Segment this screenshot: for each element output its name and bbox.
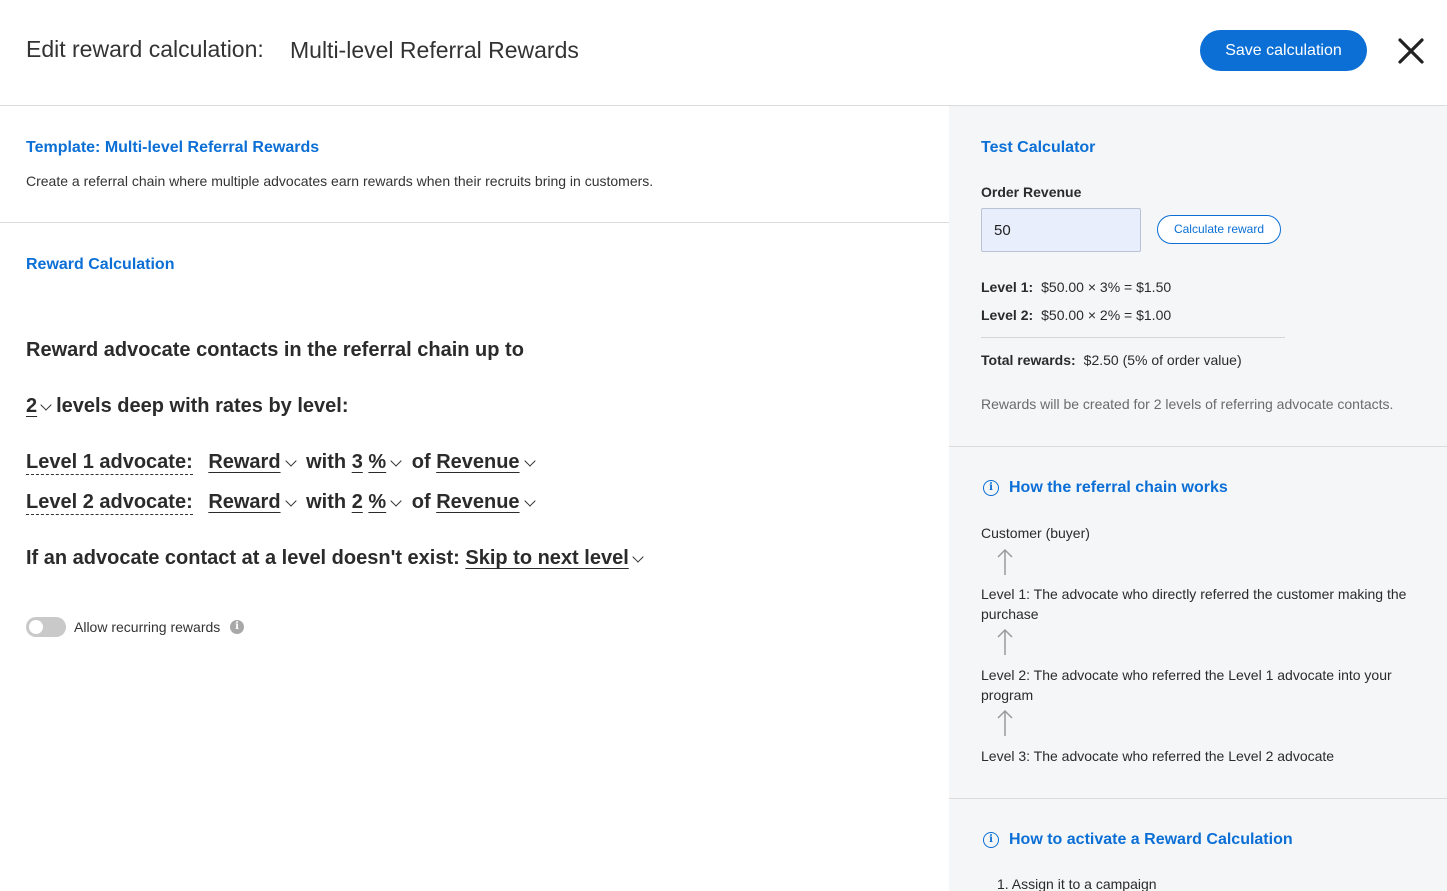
divider xyxy=(949,446,1447,447)
calculate-reward-button[interactable]: Calculate reward xyxy=(1157,215,1281,244)
level-1-basis-value: Revenue xyxy=(436,451,520,473)
activate-info-title: How to activate a Reward Calculation xyxy=(1009,831,1293,848)
result-level-1: Level 1: $50.00 × 3% = $1.50 xyxy=(981,279,1171,295)
level-1-with: with xyxy=(306,451,347,473)
recurring-rewards-toggle[interactable] xyxy=(26,617,66,637)
arrow-up-icon xyxy=(997,548,1013,575)
chain-item-level-1: Level 1: The advocate who directly refer… xyxy=(981,586,1407,622)
chevron-down-icon xyxy=(284,455,297,467)
levels-depth-value: 2 xyxy=(26,395,38,417)
chevron-down-icon xyxy=(390,455,402,467)
test-calculator-title: Test Calculator xyxy=(981,139,1096,156)
chevron-down-icon xyxy=(632,551,644,563)
template-description: Create a referral chain where multiple a… xyxy=(26,173,654,189)
chain-item-level-3: Level 3: The advocate who referred the L… xyxy=(981,748,1335,764)
divider xyxy=(949,798,1447,799)
side-panel: Test Calculator Order Revenue Calculate … xyxy=(949,106,1447,891)
level-2-rate-input[interactable]: 2 xyxy=(352,491,363,513)
level-1-basis-dropdown[interactable]: Revenue xyxy=(436,451,539,473)
level-2-reward-value: Reward xyxy=(208,491,281,513)
chevron-down-icon xyxy=(523,455,536,467)
level-1-reward-dropdown[interactable]: Reward xyxy=(208,451,300,473)
page-title: Multi-level Referral Rewards xyxy=(290,37,579,63)
info-icon: i xyxy=(983,832,999,848)
save-calculation-button[interactable]: Save calculation xyxy=(1200,30,1367,71)
level-2-unit-dropdown[interactable]: % xyxy=(368,491,406,513)
close-button[interactable] xyxy=(1394,34,1428,68)
level-2-basis-dropdown[interactable]: Revenue xyxy=(436,491,539,513)
level-2-of: of xyxy=(411,491,431,513)
info-icon[interactable]: i xyxy=(230,620,244,634)
level-1-label: Level 1 advocate: xyxy=(26,451,193,475)
activate-step-1: 1. Assign it to a campaign xyxy=(997,876,1157,891)
header: Edit reward calculation: Multi-level Ref… xyxy=(0,0,1447,106)
info-icon: i xyxy=(983,480,999,496)
divider xyxy=(981,337,1285,338)
total-rewards: Total rewards: $2.50 (5% of order value) xyxy=(981,352,1242,368)
chevron-down-icon xyxy=(390,495,402,507)
result-level-2: Level 2: $50.00 × 2% = $1.00 xyxy=(981,307,1171,323)
total-rewards-value: $2.50 (5% of order value) xyxy=(1083,352,1242,368)
divider xyxy=(0,222,949,223)
level-2-basis-value: Revenue xyxy=(436,491,520,513)
missing-level-label: If an advocate contact at a level doesn'… xyxy=(26,547,460,569)
missing-level-rule: If an advocate contact at a level doesn'… xyxy=(26,547,648,570)
level-2-label: Level 2 advocate: xyxy=(26,491,193,515)
level-1-of: of xyxy=(411,451,431,473)
level-2-rule: Level 2 advocate: Reward with 2 % of Rev… xyxy=(26,491,540,515)
rule-sentence-levels: 2 levels deep with rates by level: xyxy=(26,395,348,418)
level-1-rate-input[interactable]: 3 xyxy=(352,451,363,473)
level-2-unit-value: % xyxy=(368,491,387,513)
chevron-down-icon xyxy=(40,399,52,411)
chain-item-level-2: Level 2: The advocate who referred the L… xyxy=(981,667,1392,703)
levels-depth-suffix: levels deep with rates by level: xyxy=(56,395,349,417)
level-2-reward-dropdown[interactable]: Reward xyxy=(208,491,300,513)
order-revenue-label: Order Revenue xyxy=(981,184,1082,200)
rule-sentence-intro: Reward advocate contacts in the referral… xyxy=(26,339,524,361)
level-2-with: with xyxy=(306,491,347,513)
arrow-up-icon xyxy=(997,628,1013,655)
missing-level-dropdown[interactable]: Skip to next level xyxy=(465,547,647,569)
result-level-2-value: $50.00 × 2% = $1.00 xyxy=(1041,307,1172,323)
recurring-rewards-label: Allow recurring rewards xyxy=(74,619,221,635)
chain-info-title: How the referral chain works xyxy=(1009,479,1228,496)
order-revenue-input[interactable] xyxy=(981,208,1141,252)
reward-calculation-title: Reward Calculation xyxy=(26,256,175,273)
levels-depth-dropdown[interactable]: 2 xyxy=(26,395,56,417)
level-1-reward-value: Reward xyxy=(208,451,281,473)
total-rewards-label: Total rewards: xyxy=(981,352,1076,368)
page-title-prefix: Edit reward calculation: xyxy=(26,36,264,62)
level-1-unit-value: % xyxy=(368,451,387,473)
chain-item-customer: Customer (buyer) xyxy=(981,525,1090,541)
arrow-up-icon xyxy=(997,709,1013,736)
chevron-down-icon xyxy=(523,495,536,507)
close-icon xyxy=(1398,38,1424,64)
toggle-knob xyxy=(29,620,43,634)
result-level-1-label: Level 1: xyxy=(981,279,1034,295)
template-title: Template: Multi-level Referral Rewards xyxy=(26,139,320,156)
level-1-unit-dropdown[interactable]: % xyxy=(368,451,406,473)
rewards-note: Rewards will be created for 2 levels of … xyxy=(981,396,1394,412)
level-1-rule: Level 1 advocate: Reward with 3 % of Rev… xyxy=(26,451,540,475)
missing-level-value: Skip to next level xyxy=(465,547,629,569)
editor-panel: Template: Multi-level Referral Rewards C… xyxy=(0,106,949,891)
result-level-1-value: $50.00 × 3% = $1.50 xyxy=(1041,279,1172,295)
chevron-down-icon xyxy=(284,495,297,507)
result-level-2-label: Level 2: xyxy=(981,307,1034,323)
